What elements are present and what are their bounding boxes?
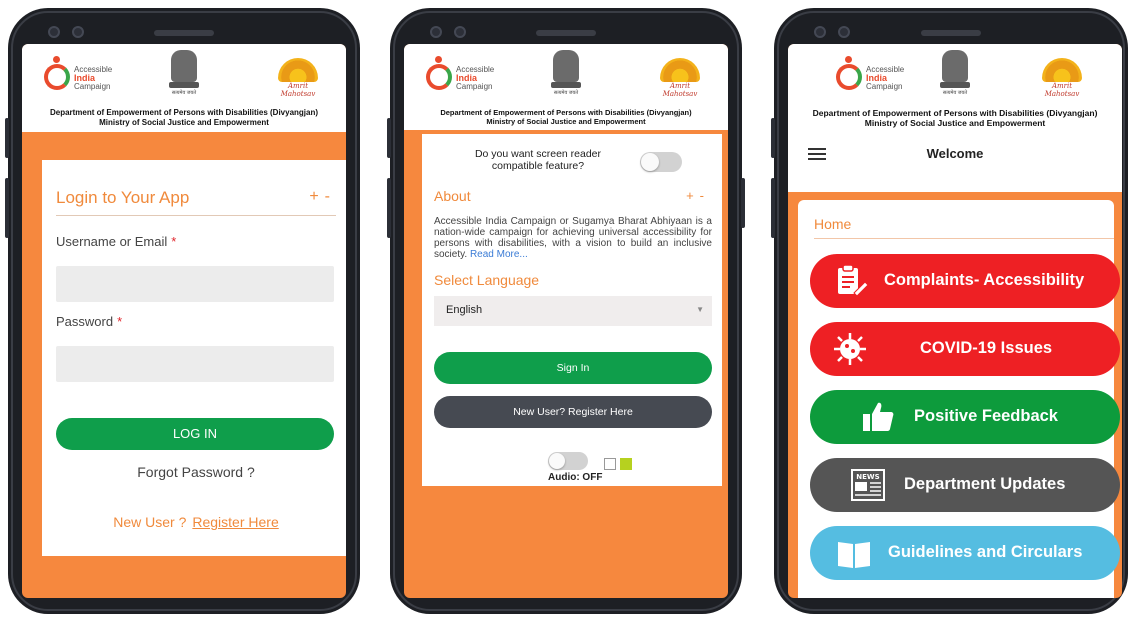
amrit-mahotsav-logo: Amrit Mahotsav <box>272 58 324 98</box>
national-emblem-icon: सत्यमेव जयते <box>548 48 584 98</box>
camera-icon <box>430 26 442 38</box>
register-button[interactable]: New User? Register Here <box>434 396 712 428</box>
app-header: Accessible India Campaign सत्यमेव जयते Amr… <box>404 44 728 130</box>
register-link[interactable]: Register Here <box>192 514 278 530</box>
virus-icon <box>834 333 866 365</box>
read-more-link[interactable]: Read More... <box>470 249 528 260</box>
expand-collapse-controls[interactable]: +- <box>686 188 710 203</box>
divider <box>56 215 336 216</box>
feedback-tile[interactable]: Positive Feedback <box>810 390 1120 444</box>
department-title: Department of Empowerment of Persons wit… <box>49 108 319 127</box>
sensor-icon <box>72 26 84 38</box>
app-header: Accessible India Campaign सत्यमेव जयते Amr… <box>788 44 1122 192</box>
earpiece <box>154 30 214 36</box>
national-emblem-icon: सत्यमेव जयते <box>166 48 202 98</box>
department-title: Department of Empowerment of Persons wit… <box>440 108 692 126</box>
about-title: About <box>434 188 471 204</box>
book-icon <box>838 542 870 568</box>
audio-status: Audio: OFF <box>548 472 603 483</box>
password-input[interactable] <box>56 346 334 382</box>
screen-reader-question: Do you want screen reader compatible fea… <box>474 148 602 172</box>
earpiece <box>921 30 981 36</box>
svg-text:NEWS: NEWS <box>856 473 879 481</box>
guidelines-tile[interactable]: Guidelines and Circulars <box>810 526 1120 580</box>
username-label: Username or Email * <box>56 234 177 249</box>
sensor-icon <box>838 26 850 38</box>
screen: Accessible India Campaign सत्यमेव जयते Amr… <box>404 44 728 598</box>
audio-toggle[interactable] <box>548 452 588 470</box>
side-button <box>387 118 391 158</box>
phone-settings: Accessible India Campaign सत्यमेव जयते Amr… <box>387 8 745 614</box>
expand-collapse-controls[interactable]: +- <box>309 188 336 206</box>
side-button <box>5 118 9 158</box>
thumbs-up-icon <box>863 402 894 431</box>
forgot-password-link[interactable]: Forgot Password ? <box>42 464 346 480</box>
phone-login: Accessible India Campaign सत्यमेव जयते Amr… <box>5 8 360 614</box>
sign-in-button[interactable]: Sign In <box>434 352 712 384</box>
sensor-icon <box>454 26 466 38</box>
language-select[interactable]: English ▼ <box>434 296 712 326</box>
screen: Accessible India Campaign सत्यमेव जयते Amr… <box>22 44 346 598</box>
home-title: Home <box>814 216 852 232</box>
login-title: Login to Your App <box>56 188 190 207</box>
camera-icon <box>814 26 826 38</box>
username-input[interactable] <box>56 266 334 302</box>
app-header: Accessible India Campaign सत्यमेव जयते Amr… <box>22 44 346 132</box>
complaints-label: Complaints- Accessibility <box>884 271 1085 289</box>
guidelines-label: Guidelines and Circulars <box>888 543 1083 561</box>
earpiece <box>536 30 596 36</box>
about-text: Accessible India Campaign or Sugamya Bha… <box>434 216 712 260</box>
divider <box>814 238 1114 239</box>
side-button <box>771 178 775 238</box>
updates-label: Department Updates <box>904 475 1066 493</box>
accessible-india-logo: Accessible India Campaign <box>40 54 130 96</box>
covid-tile[interactable]: COVID-19 Issues <box>810 322 1120 376</box>
national-emblem-icon: सत्यमेव जयते <box>937 48 973 98</box>
screen-reader-toggle[interactable] <box>640 152 682 172</box>
chevron-down-icon: ▼ <box>696 305 704 314</box>
clipboard-pencil-icon <box>838 264 868 297</box>
department-title: Department of Empowerment of Persons wit… <box>812 108 1098 128</box>
language-title: Select Language <box>434 272 540 288</box>
accessible-india-logo: Accessible India Campaign <box>832 54 922 96</box>
home-card: Home Complaints- Accessibility COVID-19 … <box>798 200 1120 598</box>
feedback-label: Positive Feedback <box>914 407 1058 425</box>
side-button <box>5 178 9 238</box>
camera-icon <box>48 26 60 38</box>
phone-home: Accessible India Campaign सत्यमेव जयते Amr… <box>771 8 1128 614</box>
contrast-white-swatch[interactable] <box>604 458 616 470</box>
new-user-prompt: New User ? Register Here <box>113 514 279 530</box>
amrit-mahotsav-logo: Amrit Mahotsav <box>1036 58 1088 98</box>
complaints-tile[interactable]: Complaints- Accessibility <box>810 254 1120 308</box>
newspaper-icon: NEWS <box>851 469 885 501</box>
amrit-mahotsav-logo: Amrit Mahotsav <box>654 58 706 98</box>
password-label: Password * <box>56 314 123 329</box>
settings-card: Do you want screen reader compatible fea… <box>422 134 722 486</box>
screen: Accessible India Campaign सत्यमेव जयते Amr… <box>788 44 1122 598</box>
welcome-title: Welcome <box>926 146 984 161</box>
updates-tile[interactable]: NEWS Department Updates <box>810 458 1120 512</box>
side-button <box>771 118 775 158</box>
side-button <box>387 178 391 238</box>
login-button[interactable]: LOG IN <box>56 418 334 450</box>
accessible-india-logo: Accessible India Campaign <box>422 54 512 96</box>
covid-label: COVID-19 Issues <box>920 339 1053 357</box>
contrast-yellow-swatch[interactable] <box>620 458 632 470</box>
side-button <box>741 178 745 228</box>
login-card: Login to Your App +- Username or Email * … <box>42 160 346 556</box>
